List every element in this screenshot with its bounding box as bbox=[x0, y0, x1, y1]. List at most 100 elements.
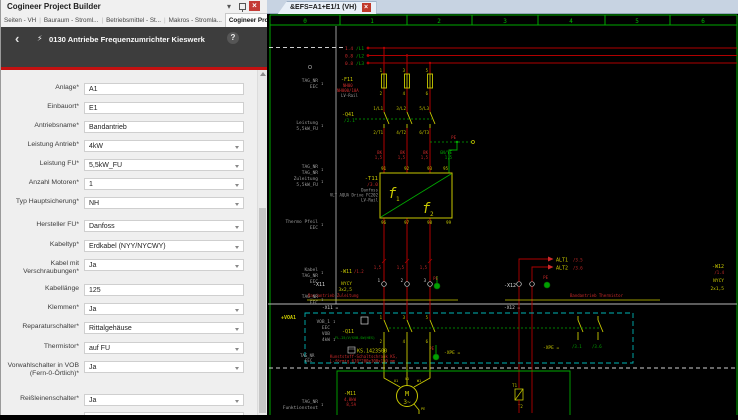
svg-text:ALT2: ALT2 bbox=[556, 266, 568, 272]
svg-text:1/L1: 1/L1 bbox=[373, 106, 383, 111]
drawing-tab[interactable]: &EFS=A1+E1/1 (VH)× bbox=[277, 1, 377, 15]
svg-text:4: 4 bbox=[403, 339, 406, 344]
svg-text:-Q11: -Q11 bbox=[342, 329, 354, 335]
svg-text:EEC: EEC bbox=[305, 358, 313, 363]
scrollbar-up-icon[interactable] bbox=[260, 72, 266, 76]
svg-text:1: 1 bbox=[380, 68, 383, 73]
component-q41-contactor: -Q41 /2.1 1/L1 3/L2 5/L3 2/T1 4/T2 6/T3 bbox=[342, 106, 435, 135]
drawing-canvas[interactable]: 0 1 2 3 4 5 6 1.4 /L1 0.8 /L2 bbox=[267, 14, 738, 415]
svg-text:VOB: VOB bbox=[322, 331, 330, 337]
svg-text:FL-25/V/SVB-SW(HES): FL-25/V/SVB-SW(HES) bbox=[335, 336, 375, 340]
svg-text:PE: PE bbox=[421, 407, 425, 411]
svg-text:2: 2 bbox=[430, 211, 434, 218]
field-input[interactable]: E1 bbox=[84, 102, 244, 114]
chevron-down-icon bbox=[235, 184, 239, 187]
svg-text:L-förmig 610*200x300x150 mm: L-förmig 610*200x300x150 mm bbox=[330, 359, 396, 364]
scrollbar-thumb[interactable] bbox=[259, 208, 266, 413]
component-xpe: PE -XPE = -XPE = bbox=[429, 345, 559, 360]
svg-text:↧: ↧ bbox=[321, 124, 324, 129]
field-value: Rittalgehäuse bbox=[89, 325, 132, 332]
svg-text:3: 3 bbox=[403, 68, 406, 73]
svg-text:3/L2: 3/L2 bbox=[396, 106, 406, 111]
field-select[interactable]: 4kW bbox=[84, 140, 244, 152]
svg-text:4kW: 4kW bbox=[322, 337, 330, 343]
wire-labels: BK 1,5 BK 1,5 BK 1,5 GN/YE 1,5 PE bbox=[375, 135, 475, 173]
svg-text:2: 2 bbox=[380, 339, 383, 344]
chevron-down-icon bbox=[235, 246, 239, 249]
svg-text:5: 5 bbox=[426, 68, 429, 73]
field-label: Kabeltyp* bbox=[3, 241, 79, 249]
svg-text:↧: ↧ bbox=[321, 298, 324, 303]
schematic-svg[interactable]: 0 1 2 3 4 5 6 1.4 /L1 0.8 /L2 bbox=[267, 14, 738, 415]
window-menu-icon[interactable]: ▾ bbox=[227, 2, 231, 11]
tab-bauraum[interactable]: Bauraum - Stroml... bbox=[41, 14, 102, 27]
field-value: Ja bbox=[89, 306, 96, 313]
field-value: Bandantrieb bbox=[89, 124, 127, 131]
svg-text:1,5: 1,5 bbox=[397, 265, 405, 270]
svg-text:PE: PE bbox=[451, 135, 456, 140]
svg-text:Funktionstext: Funktionstext bbox=[283, 405, 319, 411]
back-icon[interactable]: ‹ bbox=[15, 31, 19, 46]
app-title: Cogineer Project Builder bbox=[7, 2, 101, 11]
field-select[interactable]: Ja bbox=[84, 303, 244, 315]
field-select[interactable]: 1 bbox=[84, 178, 244, 190]
svg-text:VOB_1: VOB_1 bbox=[316, 319, 330, 325]
chevron-down-icon bbox=[235, 165, 239, 168]
svg-text:6: 6 bbox=[701, 18, 705, 25]
field-select[interactable]: Danfoss bbox=[84, 220, 244, 232]
svg-text:PE: PE bbox=[543, 275, 548, 280]
field-input[interactable]: 125 bbox=[84, 284, 244, 296]
field-select[interactable]: Rittalgehäuse bbox=[84, 322, 244, 334]
field-select[interactable]: Ja bbox=[84, 259, 244, 271]
close-drawing-icon[interactable]: × bbox=[362, 3, 371, 12]
component-x12-terminals: -X12 PE -X12 = ALT1 /3.5 ALT2 /3.6 bbox=[504, 257, 583, 414]
field-select[interactable]: Erdkabel (NYY/NYCWY) bbox=[84, 240, 244, 252]
panel-tabstrip: Seiten - VH| Bauraum - Stroml...| Betrie… bbox=[1, 13, 267, 28]
close-icon[interactable]: × bbox=[249, 1, 260, 11]
field-value: Ja bbox=[89, 397, 96, 404]
field-select[interactable]: NH bbox=[84, 197, 244, 209]
svg-text:EEC: EEC bbox=[310, 225, 318, 231]
field-select[interactable]: Ja bbox=[84, 394, 244, 406]
field-input[interactable]: A1 bbox=[84, 83, 244, 95]
field-select[interactable]: 5,5kW_FU bbox=[84, 159, 244, 171]
svg-text:TAG_NR: TAG_NR bbox=[302, 164, 319, 170]
svg-text:/1.2: /1.2 bbox=[354, 269, 364, 274]
field-label: Kabellänge bbox=[3, 285, 79, 293]
field-label: Kabel mit Verschraubungen* bbox=[3, 260, 79, 275]
field-select[interactable]: Ja bbox=[84, 361, 244, 373]
svg-text:↧: ↧ bbox=[321, 168, 324, 173]
tab-makros[interactable]: Makros - Stromla... bbox=[166, 14, 225, 27]
field-label: Thermistor* bbox=[3, 343, 79, 351]
chevron-down-icon bbox=[235, 400, 239, 403]
svg-text:M: M bbox=[405, 390, 409, 398]
svg-text:92: 92 bbox=[404, 166, 409, 171]
svg-text:V1: V1 bbox=[405, 377, 409, 381]
svg-text:0.8: 0.8 bbox=[345, 61, 353, 67]
field-label: Typ Hauptsicherung* bbox=[3, 198, 79, 206]
field-enclosure bbox=[337, 371, 570, 415]
svg-text:/3.1: /3.1 bbox=[572, 344, 582, 349]
svg-text:91: 91 bbox=[381, 166, 386, 171]
tab-betriebsmittel[interactable]: Betriebsmittel - St... bbox=[103, 14, 164, 27]
svg-text:W1: W1 bbox=[417, 379, 421, 383]
svg-text:EEC: EEC bbox=[310, 84, 318, 90]
macro-header: ‹ ⚡ 0130 Antriebe Frequenzumrichter Kies… bbox=[1, 27, 267, 67]
field-input[interactable]: Bandantrieb bbox=[84, 121, 244, 133]
svg-text:-X12 =: -X12 = bbox=[504, 305, 521, 311]
tab-seiten[interactable]: Seiten - VH bbox=[1, 14, 39, 27]
svg-text:1,5: 1,5 bbox=[398, 155, 406, 160]
field-select[interactable]: auf FU bbox=[84, 342, 244, 354]
pin-icon[interactable] bbox=[239, 3, 246, 10]
svg-text:EEC: EEC bbox=[310, 300, 318, 306]
svg-text:1: 1 bbox=[380, 315, 383, 320]
svg-text:NYCY: NYCY bbox=[713, 278, 724, 284]
component-q11-switch: -Q11 FL-25/V/SVB-SW(HES) 1 3 5 2 4 6 /3.… bbox=[335, 315, 603, 349]
chevron-down-icon bbox=[235, 367, 239, 370]
form-scrollbar[interactable] bbox=[257, 70, 267, 415]
svg-text:/3.6: /3.6 bbox=[573, 266, 583, 271]
help-icon[interactable]: ? bbox=[227, 32, 239, 44]
svg-text:/2.1: /2.1 bbox=[344, 118, 355, 124]
svg-text:1.4: 1.4 bbox=[345, 46, 353, 52]
component-thermistor: T1 T2 bbox=[512, 383, 523, 413]
